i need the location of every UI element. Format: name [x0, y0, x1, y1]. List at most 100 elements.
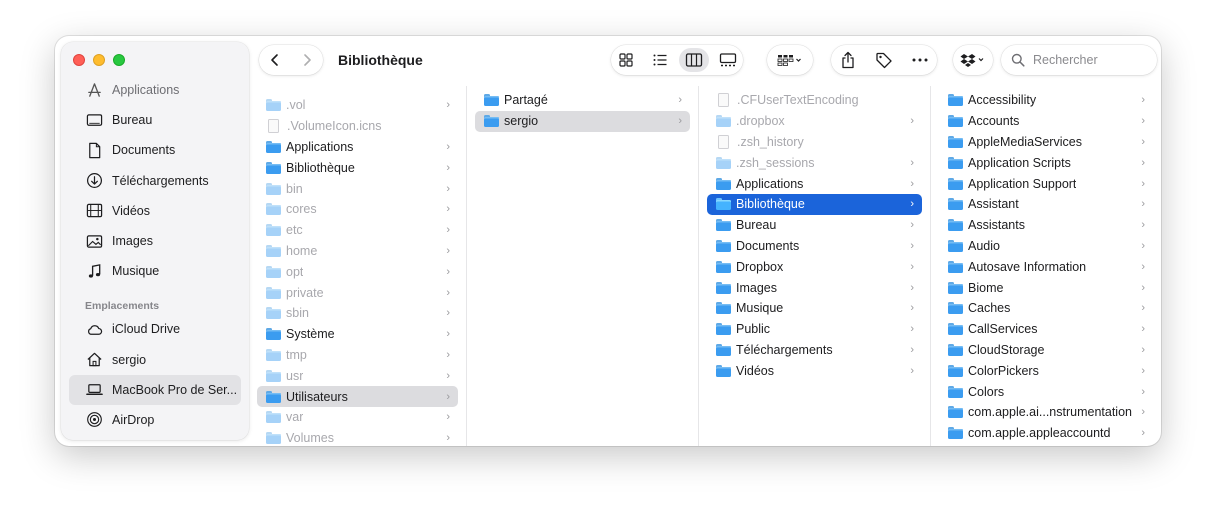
list-item[interactable]: Assistant › [939, 194, 1153, 215]
list-item[interactable]: .VolumeIcon.icns [257, 116, 458, 137]
chevron-right-icon: › [910, 364, 914, 377]
sidebar-item-bureau[interactable]: Bureau [69, 105, 241, 135]
sidebar-item-label: Images [112, 234, 153, 249]
list-item[interactable]: sbin › [257, 303, 458, 324]
list-item[interactable]: Public › [707, 319, 922, 340]
list-item[interactable]: opt › [257, 261, 458, 282]
folder-icon [716, 302, 731, 315]
item-name: Public [736, 322, 771, 337]
cloud-icon [85, 320, 103, 338]
sidebar-item-documents[interactable]: Documents [69, 135, 241, 165]
list-item[interactable]: Dropbox › [707, 256, 922, 277]
list-item[interactable]: .dropbox › [707, 111, 922, 132]
sidebar-item-videos[interactable]: Vidéos [69, 196, 241, 226]
list-item[interactable]: Vidéos › [707, 360, 922, 381]
list-item[interactable]: Biome › [939, 277, 1153, 298]
list-item[interactable]: cores › [257, 199, 458, 220]
item-name: .zsh_history [737, 134, 804, 149]
list-item[interactable]: com.apple.appleaccountd › [939, 423, 1153, 444]
list-item-selected[interactable]: Bibliothèque › [707, 193, 922, 215]
list-item[interactable]: Accounts › [939, 111, 1153, 132]
list-item[interactable]: Applications › [257, 137, 458, 158]
list-item[interactable]: Documents › [707, 236, 922, 257]
list-item[interactable]: home › [257, 241, 458, 262]
item-name: private [286, 285, 324, 300]
sidebar-item-musique[interactable]: Musique [69, 256, 241, 286]
folder-icon [948, 115, 963, 128]
group-by-button[interactable] [767, 45, 813, 75]
minimize-window-button[interactable] [93, 54, 105, 66]
folder-icon [716, 281, 731, 294]
item-name: Musique [736, 301, 784, 316]
list-item[interactable]: private › [257, 282, 458, 303]
list-item[interactable]: .zsh_history [707, 132, 922, 153]
sidebar-item-sergio[interactable]: sergio [69, 345, 241, 375]
list-item[interactable]: .CFUserTextEncoding [707, 90, 922, 111]
folder-icon [266, 411, 281, 424]
list-view-button[interactable] [645, 48, 675, 72]
item-name: Bibliothèque [286, 160, 355, 175]
list-item[interactable]: bin › [257, 178, 458, 199]
sidebar-item-applications[interactable]: Applications [69, 75, 241, 105]
list-item[interactable]: .vol › [257, 95, 458, 116]
list-item[interactable]: Partagé › [475, 90, 690, 111]
item-name: .zsh_sessions [736, 155, 815, 170]
column-root: .vol › .VolumeIcon.icns Applications › Bib… [249, 86, 467, 446]
list-item[interactable]: Accessibility › [939, 90, 1153, 111]
chevron-right-icon: › [1141, 302, 1145, 315]
gallery-view-button[interactable] [713, 48, 743, 72]
list-item[interactable]: var › [257, 407, 458, 428]
list-item[interactable]: ColorPickers › [939, 360, 1153, 381]
more-actions-button[interactable] [906, 57, 934, 63]
list-item[interactable]: AppleMediaServices › [939, 132, 1153, 153]
list-item[interactable]: tmp › [257, 345, 458, 366]
list-item[interactable]: Colors › [939, 381, 1153, 402]
tags-button[interactable] [870, 51, 898, 69]
chevron-right-icon: › [1141, 343, 1145, 356]
list-item[interactable]: Application Support › [939, 173, 1153, 194]
item-name: ColorPickers [968, 363, 1039, 378]
list-item[interactable]: Application Scripts › [939, 152, 1153, 173]
list-item[interactable]: Musique › [707, 298, 922, 319]
list-item[interactable]: CloudStorage › [939, 340, 1153, 361]
dropbox-button[interactable] [953, 45, 993, 75]
list-item[interactable]: Assistants › [939, 215, 1153, 236]
list-item[interactable]: Applications › [707, 173, 922, 194]
sidebar-item-telechargements[interactable]: Téléchargements [69, 166, 241, 196]
search-field[interactable]: Rechercher [1001, 45, 1157, 75]
list-item-selected[interactable]: Utilisateurs › [257, 386, 458, 407]
zoom-window-button[interactable] [113, 54, 125, 66]
list-item[interactable]: CallServices › [939, 319, 1153, 340]
sidebar-item-images[interactable]: Images [69, 226, 241, 256]
back-button[interactable] [263, 48, 287, 72]
list-item[interactable]: Autosave Information › [939, 256, 1153, 277]
icon-view-button[interactable] [611, 48, 641, 72]
tag-icon [876, 52, 892, 69]
list-item[interactable]: .zsh_sessions › [707, 152, 922, 173]
list-item[interactable]: Audio › [939, 236, 1153, 257]
item-name: usr [286, 368, 304, 383]
film-icon [85, 202, 103, 220]
item-name: Utilisateurs [286, 389, 348, 404]
list-item[interactable]: Images › [707, 277, 922, 298]
chevron-right-icon: › [910, 219, 914, 232]
list-item[interactable]: etc › [257, 220, 458, 241]
list-item[interactable]: Volumes › [257, 428, 458, 446]
list-item-selected[interactable]: sergio › [475, 110, 690, 132]
forward-button[interactable] [295, 48, 319, 72]
list-item[interactable]: usr › [257, 365, 458, 386]
sidebar-item-macbook[interactable]: MacBook Pro de Ser... [69, 374, 241, 405]
close-window-button[interactable] [73, 54, 85, 66]
sidebar-item-airdrop[interactable]: AirDrop [69, 405, 241, 435]
column-view-button[interactable] [679, 48, 709, 72]
sidebar-item-icloud-drive[interactable]: iCloud Drive [69, 314, 241, 344]
list-item[interactable]: com.apple.ai...nstrumentation › [939, 402, 1153, 423]
list-item[interactable]: Bureau › [707, 215, 922, 236]
list-item[interactable]: Téléchargements › [707, 340, 922, 361]
list-item[interactable]: Caches › [939, 298, 1153, 319]
item-name: Volumes [286, 431, 334, 446]
share-button[interactable] [834, 51, 862, 69]
list-item[interactable]: Système › [257, 324, 458, 345]
list-item[interactable]: Bibliothèque › [257, 157, 458, 178]
folder-icon [948, 156, 963, 169]
